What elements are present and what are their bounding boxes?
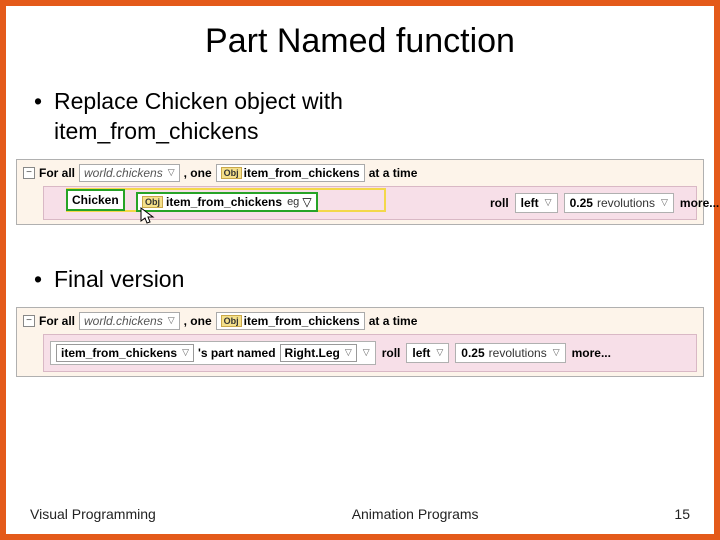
dropdown-icon: ▽ [659, 197, 668, 208]
collapse-icon[interactable]: − [23, 167, 35, 179]
left-text: left [412, 346, 430, 360]
footer-left: Visual Programming [30, 506, 156, 522]
obj-badge: Obj [221, 167, 242, 179]
forall-header-1: − For all world.chickens ▽ , one Obj ite… [19, 162, 701, 184]
subject-chip-2[interactable]: item_from_chickens ▽ 's part named Right… [50, 341, 376, 365]
obj-pill: Obj item_from_chickens [221, 166, 360, 180]
dropdown-icon: ▽ [343, 347, 352, 358]
collapse-icon[interactable]: − [23, 315, 35, 327]
dropdown-icon: ▽ [434, 347, 443, 358]
item-subtoken: item_from_chickens ▽ [56, 344, 194, 362]
drag-item-chip[interactable]: Obj item_from_chickens eg ▽ [136, 192, 318, 212]
world-chickens-text: world.chickens [84, 166, 163, 180]
forall-label: For all [39, 166, 75, 180]
bullet-1-line2: item_from_chickens [54, 118, 259, 144]
rev-num: 0.25 [461, 346, 484, 360]
bullet-list-2: Final version [34, 265, 714, 295]
code-panel-1: − For all world.chickens ▽ , one Obj ite… [16, 159, 704, 225]
rev-num: 0.25 [570, 196, 593, 210]
left-chip-2[interactable]: left ▽ [406, 343, 449, 363]
parts-named-text: 's part named [198, 346, 276, 360]
item-text: item_from_chickens [244, 314, 360, 328]
left-text: left [521, 196, 539, 210]
rightleg-text: Right.Leg [285, 346, 340, 360]
code-panel-2: − For all world.chickens ▽ , one Obj ite… [16, 307, 704, 377]
rightleg-subtoken: Right.Leg ▽ [280, 344, 357, 362]
dropdown-icon: ▽ [166, 167, 175, 178]
bullet-1-line1: Replace Chicken object with [54, 88, 343, 114]
dropdown-icon: ▽ [543, 197, 552, 208]
forall-block-2: − For all world.chickens ▽ , one Obj ite… [16, 307, 704, 377]
dropdown-icon: ▽ [180, 347, 189, 358]
slide-footer: Visual Programming Animation Programs 15 [6, 506, 714, 522]
dropdown-icon-drag: ▽ [302, 195, 311, 209]
drag-item-text: item_from_chickens [166, 195, 282, 209]
dropdown-icon: ▽ [166, 315, 175, 326]
rev-text: revolutions [489, 346, 547, 360]
method-row-1: Chicken Obj item_from_chickens eg ▽ xxxx… [43, 186, 697, 220]
at-a-time: at a time [369, 166, 418, 180]
rev-chip-1[interactable]: 0.25 revolutions ▽ [564, 193, 674, 213]
world-chickens-text: world.chickens [84, 314, 163, 328]
cursor-icon [140, 207, 156, 225]
more-link-1[interactable]: more... [680, 196, 719, 210]
comma-one: , one [184, 314, 212, 328]
forall-header-2: − For all world.chickens ▽ , one Obj ite… [19, 310, 701, 332]
left-chip-1[interactable]: left ▽ [515, 193, 558, 213]
forall-label: For all [39, 314, 75, 328]
roll-group-2: roll left ▽ 0.25 revolutions ▽ more... [382, 343, 611, 363]
bullet-1: Replace Chicken object with item_from_ch… [34, 87, 714, 147]
dropdown-icon: ▽ [551, 347, 560, 358]
roll-group-1: roll left ▽ 0.25 revolutions ▽ more... [490, 193, 719, 213]
item-token-header-2[interactable]: Obj item_from_chickens [216, 312, 365, 330]
roll-label: roll [382, 346, 401, 360]
obj-badge: Obj [221, 315, 242, 327]
world-chickens-token[interactable]: world.chickens ▽ [79, 164, 180, 182]
footer-page-number: 15 [674, 506, 690, 522]
roll-label: roll [490, 196, 509, 210]
chicken-original-chip[interactable]: Chicken [66, 189, 125, 211]
world-chickens-token-2[interactable]: world.chickens ▽ [79, 312, 180, 330]
item-text: item_from_chickens [244, 166, 360, 180]
rev-text: revolutions [597, 196, 655, 210]
forall-block-1: − For all world.chickens ▽ , one Obj ite… [16, 159, 704, 225]
more-link-2[interactable]: more... [572, 346, 611, 360]
footer-center: Animation Programs [352, 506, 479, 522]
slide-frame: Part Named function Replace Chicken obje… [0, 0, 720, 540]
at-a-time: at a time [369, 314, 418, 328]
rev-chip-2[interactable]: 0.25 revolutions ▽ [455, 343, 565, 363]
slide-title: Part Named function [6, 22, 714, 61]
comma-one: , one [184, 166, 212, 180]
dropdown-icon-outer: ▽ [361, 347, 370, 358]
bullet-2: Final version [34, 265, 714, 295]
drag-eg-suffix: eg [285, 196, 299, 208]
method-row-2: item_from_chickens ▽ 's part named Right… [43, 334, 697, 372]
item-subtoken-text: item_from_chickens [61, 346, 177, 360]
obj-pill: Obj item_from_chickens [221, 314, 360, 328]
item-token-header-1[interactable]: Obj item_from_chickens [216, 164, 365, 182]
bullet-list-1: Replace Chicken object with item_from_ch… [34, 87, 714, 147]
